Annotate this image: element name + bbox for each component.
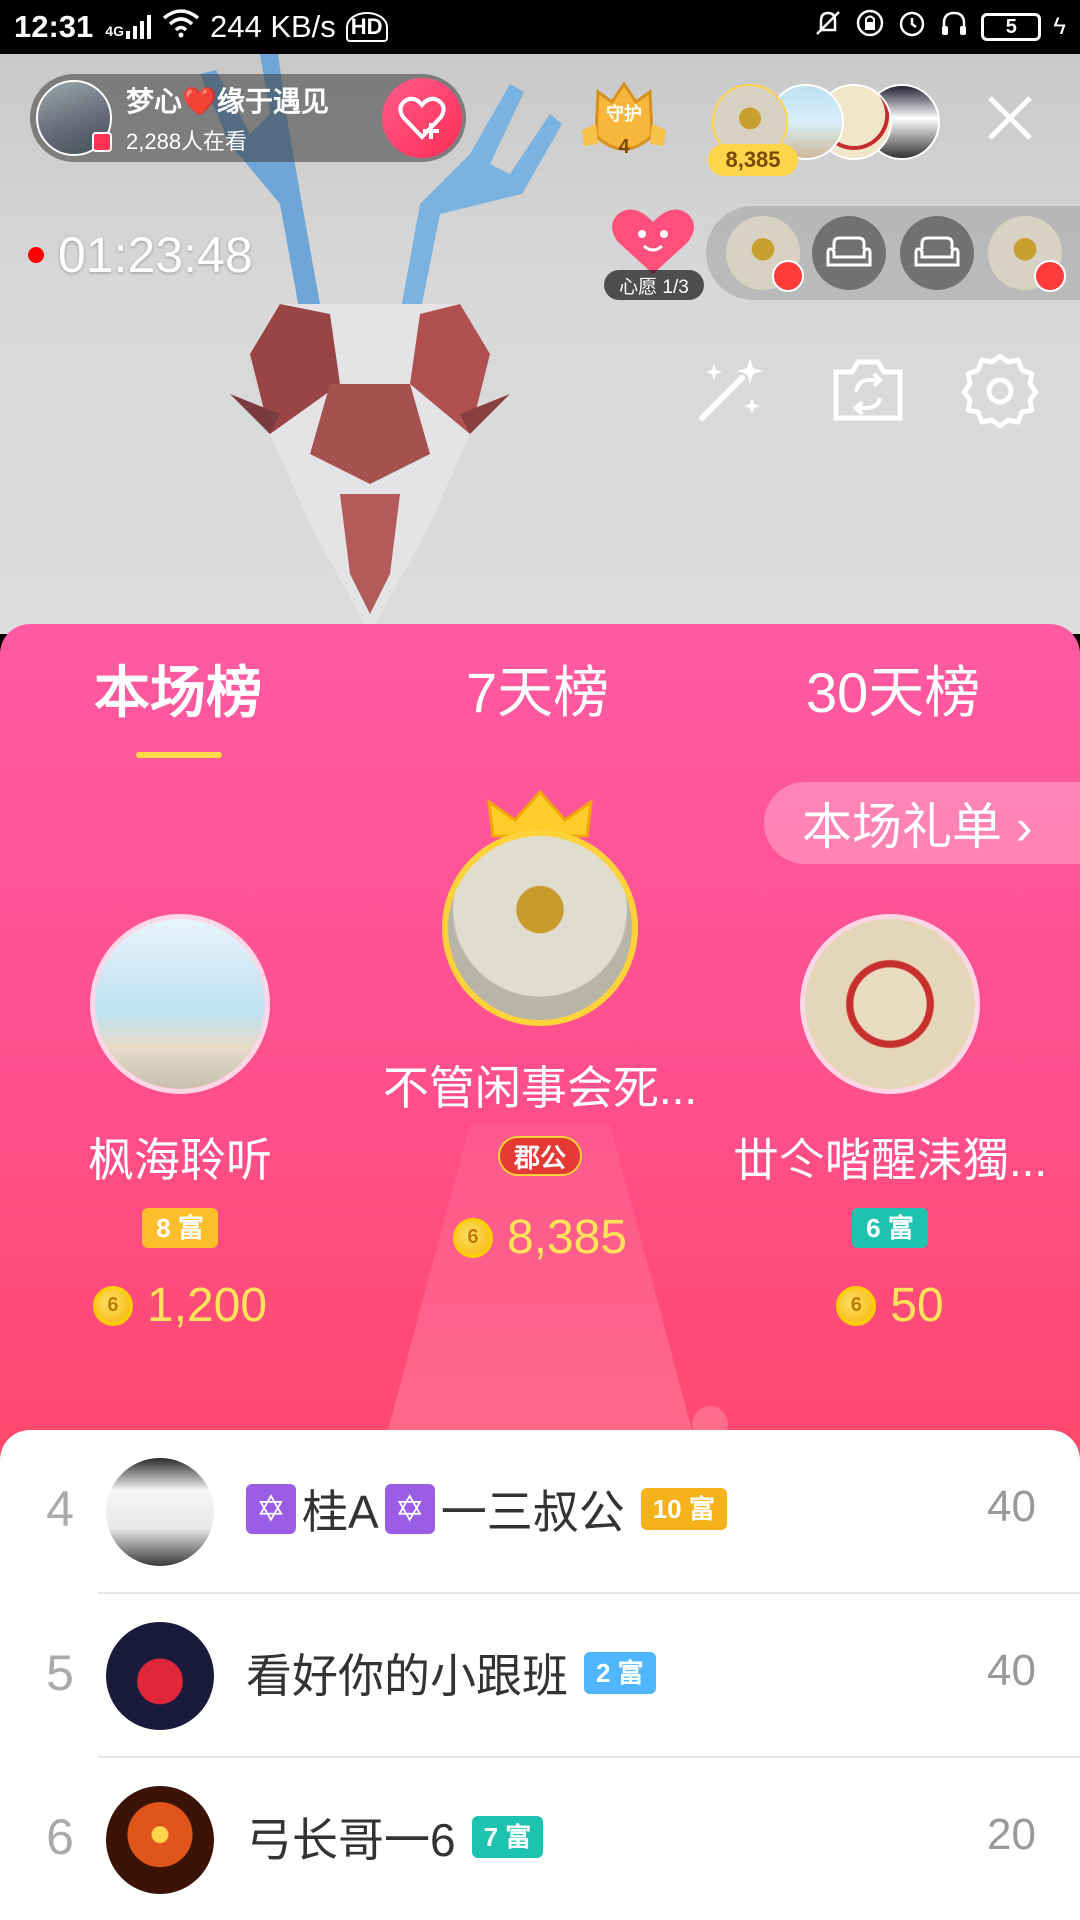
wifi-icon xyxy=(162,8,200,46)
sofa-badge-icon xyxy=(1034,260,1066,292)
row-name: 弓长哥一6 7 富 xyxy=(246,1804,544,1870)
smiling-heart-icon xyxy=(612,209,694,274)
rank-third[interactable]: 丗仒喈醒洡獨... 6 富 6 50 xyxy=(720,914,1060,1333)
signal-icon: 4G xyxy=(105,15,152,39)
host-name: 梦心❤️缘于遇见 xyxy=(126,86,329,117)
mute-bell-icon xyxy=(813,8,843,46)
close-icon xyxy=(988,96,1032,140)
top-viewer-coins: 8,385 xyxy=(708,144,798,176)
live-badge-icon xyxy=(92,132,112,152)
tab-session-rank[interactable]: 本场榜 xyxy=(94,648,262,729)
star-of-david-icon: ✡ xyxy=(246,1484,296,1534)
row-rank: 6 xyxy=(46,1809,74,1865)
charging-icon: ϟ xyxy=(1053,13,1066,40)
rank-third-wealth-badge: 6 富 xyxy=(852,1208,928,1248)
heart-plus-icon xyxy=(398,96,446,140)
wish-button[interactable]: 心愿 1/3 xyxy=(600,200,706,300)
alarm-icon xyxy=(897,8,927,46)
follow-heart-button[interactable] xyxy=(382,78,462,158)
rank-second-avatar[interactable] xyxy=(90,914,270,1094)
row-score: 20 xyxy=(987,1810,1036,1859)
rank-second-wealth-badge: 8 富 xyxy=(142,1208,218,1248)
camera-switch-icon xyxy=(833,359,903,421)
sofa-badge-icon xyxy=(772,260,804,292)
live-timer: 01:23:48 xyxy=(28,226,253,284)
status-right-icons: 5 ϟ xyxy=(813,8,1066,46)
battery-icon: 5 xyxy=(981,13,1042,41)
row-avatar[interactable] xyxy=(106,1786,214,1894)
rank-first-coins: 6 8,385 xyxy=(340,1210,740,1265)
ranking-list: 4 ✡ 桂A ✡ 一三叔公 10 富 40 5 看好你的小跟班 2 富 40 6 xyxy=(0,1430,1080,1920)
guard-badge[interactable]: 守护 4 xyxy=(578,80,670,164)
row-avatar[interactable] xyxy=(106,1458,214,1566)
wish-progress: 心愿 1/3 xyxy=(604,270,704,300)
live-room-screen: 12:31 4G 244 KB/s HD 5 ϟ 梦心❤️缘于遇见 2,288人… xyxy=(0,0,1080,1920)
coin-icon: 6 xyxy=(836,1285,877,1326)
row-name: 看好你的小跟班 2 富 xyxy=(246,1640,656,1706)
rank-third-coins: 6 50 xyxy=(720,1278,1060,1333)
active-tab-indicator xyxy=(136,752,222,758)
ranking-tabs: 本场榜 7天榜 30天榜 xyxy=(0,648,1080,758)
row-name: ✡ 桂A ✡ 一三叔公 10 富 xyxy=(246,1476,727,1542)
row-score: 40 xyxy=(987,1482,1036,1531)
status-bar: 12:31 4G 244 KB/s HD 5 ϟ xyxy=(0,0,1080,54)
seat-empty[interactable] xyxy=(812,216,886,290)
beauty-filter-button[interactable] xyxy=(690,350,770,430)
rank-second-name: 枫海聆听 xyxy=(88,1134,272,1186)
magic-wand-icon xyxy=(699,358,763,421)
recording-dot-icon xyxy=(28,247,44,263)
seat-occupied[interactable] xyxy=(988,216,1066,292)
row-rank: 5 xyxy=(46,1645,74,1701)
status-time: 12:31 xyxy=(14,9,94,44)
seat-occupied[interactable] xyxy=(726,216,804,292)
star-of-david-icon: ✡ xyxy=(384,1484,435,1534)
status-left-icons: 4G 244 KB/s HD xyxy=(105,8,388,46)
hd-icon: HD xyxy=(345,12,388,42)
session-gift-list-button[interactable]: 本场礼单 › xyxy=(764,782,1080,864)
seat-empty[interactable] xyxy=(900,216,974,290)
wealth-level-badge: 7 富 xyxy=(471,1816,544,1858)
list-item[interactable]: 4 ✡ 桂A ✡ 一三叔公 10 富 40 xyxy=(0,1430,1080,1594)
row-score: 40 xyxy=(987,1646,1036,1695)
coin-icon: 6 xyxy=(92,1285,133,1326)
gear-icon xyxy=(961,353,1039,429)
wealth-level-badge: 2 富 xyxy=(584,1652,656,1694)
list-item[interactable]: 5 看好你的小跟班 2 富 40 xyxy=(0,1594,1080,1758)
tab-30day-rank[interactable]: 30天榜 xyxy=(806,648,980,729)
wealth-level-badge: 10 富 xyxy=(640,1488,727,1530)
switch-camera-button[interactable] xyxy=(828,350,908,430)
timer-text: 01:23:48 xyxy=(58,227,253,283)
guard-count: 4 xyxy=(618,136,630,158)
tab-7day-rank[interactable]: 7天榜 xyxy=(466,648,609,729)
sofa-icon xyxy=(914,236,960,267)
close-button[interactable] xyxy=(982,90,1038,146)
rank-first[interactable]: 不管闲事会死... 郡公 6 8,385 xyxy=(340,790,740,1265)
headphones-icon xyxy=(939,8,969,46)
row-avatar[interactable] xyxy=(106,1622,214,1730)
guard-label: 守护 xyxy=(606,104,642,124)
rank-first-avatar[interactable] xyxy=(442,830,638,1026)
host-info: 梦心❤️缘于遇见 2,288人在看 xyxy=(126,80,329,156)
rank-second[interactable]: 枫海聆听 8 富 6 1,200 xyxy=(30,914,330,1333)
list-item[interactable]: 6 弓长哥一6 7 富 20 xyxy=(0,1758,1080,1920)
rank-third-name: 丗仒喈醒洡獨... xyxy=(732,1134,1048,1186)
settings-button[interactable] xyxy=(960,350,1040,430)
top-viewers-stack[interactable]: 8,385 xyxy=(708,84,952,176)
viewer-count: 2,288人在看 xyxy=(126,129,248,154)
host-avatar[interactable] xyxy=(36,80,112,156)
rank-first-name: 不管闲事会死... xyxy=(382,1062,698,1114)
sofa-icon xyxy=(826,236,872,267)
rank-third-avatar[interactable] xyxy=(800,914,980,1094)
coin-icon: 6 xyxy=(452,1217,493,1258)
host-info-pill[interactable]: 梦心❤️缘于遇见 2,288人在看 xyxy=(30,74,466,162)
row-rank: 4 xyxy=(46,1481,74,1537)
lock-rotation-icon xyxy=(855,8,885,46)
guest-seats-bar xyxy=(706,206,1080,300)
rank-second-coins: 6 1,200 xyxy=(30,1278,330,1333)
rank-first-title-badge: 郡公 xyxy=(497,1136,582,1176)
network-speed: 244 KB/s xyxy=(209,9,336,44)
